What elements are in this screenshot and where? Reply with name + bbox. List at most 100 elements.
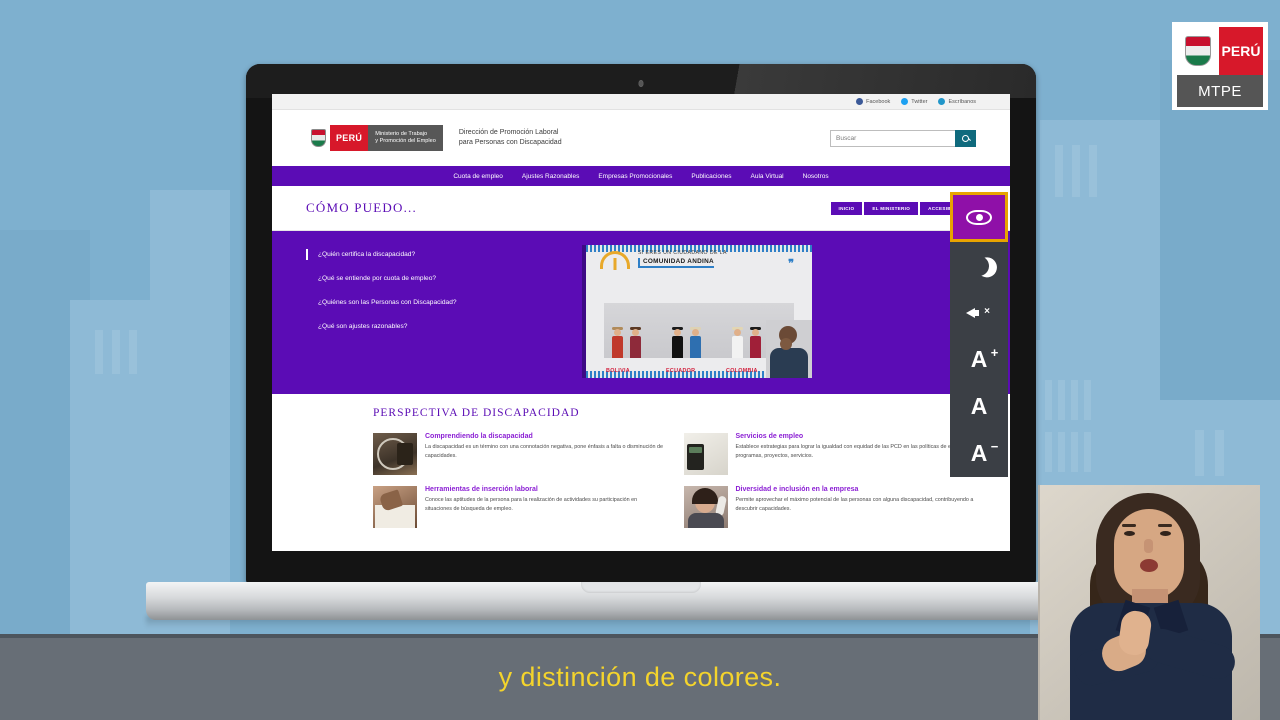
card-title[interactable]: Herramientas de inserción laboral	[425, 486, 666, 493]
figure-bolivia-woman	[630, 327, 641, 358]
accessibility-mute-button[interactable]: ×	[950, 289, 1008, 336]
wheelchair-photo	[373, 433, 417, 475]
accessibility-toolbar: × A + A A −	[950, 192, 1008, 477]
accessibility-night-mode-button[interactable]	[950, 242, 1008, 289]
question-item-3[interactable]: ¿Quiénes son las Personas con Discapacid…	[306, 299, 566, 306]
banner-interpreter-overlay	[766, 320, 812, 378]
ministry-line-1: Ministerio de Trabajo	[375, 131, 428, 138]
country-label-ecuador: ECUADOR	[666, 368, 696, 374]
woman-on-phone-photo	[683, 486, 728, 528]
direction-line-2: para Personas con Discapacidad	[458, 139, 562, 146]
card-title[interactable]: Servicios de empleo	[736, 433, 977, 440]
figure-colombia-man	[732, 327, 743, 358]
direction-line-1: Dirección de Promoción Laboral	[458, 128, 559, 136]
search-icon	[962, 134, 969, 142]
laptop-base-notch	[581, 582, 701, 593]
hero-section: ¿Quién certifica la discapacidad? ¿Qué s…	[272, 231, 1010, 394]
text-decrease-icon: A −	[970, 439, 999, 466]
peru-label: PERÚ	[330, 125, 369, 151]
sign-language-interpreter-video	[1038, 485, 1260, 720]
hero-banner-image[interactable]: SI ERES UN CIUDADANO DE LA COMUNIDAD AND…	[582, 245, 812, 378]
interpreter-face	[1114, 509, 1184, 599]
figure-colombia-woman	[750, 327, 761, 358]
site-topbar: Facebook Twitter Escríbanos	[272, 94, 1010, 110]
card-diversidad-e-inclusion-en-la-empresa[interactable]: Diversidad e inclusión en la empresa Per…	[683, 486, 977, 528]
nav-item-nosotros[interactable]: Nosotros	[803, 173, 829, 180]
eye-icon	[966, 209, 992, 225]
nav-item-cuota-de-empleo[interactable]: Cuota de empleo	[453, 173, 503, 180]
question-item-2[interactable]: ¿Qué se entiende por cuota de empleo?	[306, 275, 566, 282]
mtpe-label: MTPE	[1177, 75, 1263, 107]
social-label: Escríbanos	[948, 98, 976, 105]
peru-coat-of-arms-icon	[306, 125, 330, 151]
card-text: La discapacidad es un término con una co…	[425, 444, 663, 459]
nav-item-ajustes-razonables[interactable]: Ajustes Razonables	[522, 173, 579, 180]
figure-bolivia-man	[612, 327, 623, 358]
card-grid: Comprendiendo la discapacidad La discapa…	[306, 433, 976, 528]
card-text: Conoce las aptitudes de la persona para …	[425, 497, 638, 512]
text-increase-icon: A +	[970, 345, 999, 372]
card-text: Establece estrategias para lograr la igu…	[735, 444, 968, 459]
question-item-4[interactable]: ¿Qué son ajustes razonables?	[306, 323, 566, 330]
social-link-twitter[interactable]: Twitter	[901, 98, 927, 105]
writing-hand-photo	[373, 486, 417, 528]
section-heading: PERSPECTIVA DE DISCAPACIDAD	[373, 407, 580, 419]
breadcrumb-inicio[interactable]: INICIO	[830, 201, 863, 215]
main-navigation: Cuota de empleo Ajustes Razonables Empre…	[272, 166, 1010, 186]
peru-coat-of-arms-icon	[1177, 27, 1219, 75]
search-form: Buscar	[830, 129, 976, 147]
website-screen: Facebook Twitter Escríbanos PERÚ Ministe…	[272, 94, 1010, 551]
nav-item-empresas-promocionales[interactable]: Empresas Promocionales	[598, 173, 672, 180]
banner-line-1: SI ERES UN CIUDADANO DE LA	[638, 250, 727, 256]
government-logo[interactable]: PERÚ Ministerio de Trabajo y Promoción d…	[306, 125, 443, 151]
banner-line-2: COMUNIDAD ANDINA	[638, 258, 714, 268]
peru-label: PERÚ	[1219, 27, 1263, 75]
ministry-line-2: y Promoción del Empleo	[375, 138, 436, 144]
accessibility-decrease-text-button[interactable]: A −	[950, 430, 1008, 477]
question-list: ¿Quién certifica la discapacidad? ¿Qué s…	[306, 245, 566, 378]
moon-icon	[966, 253, 992, 279]
breadcrumb-el-ministerio[interactable]: EL MINISTERIO	[864, 201, 919, 215]
search-input[interactable]: Buscar	[830, 129, 955, 147]
card-comprendiendo-la-discapacidad[interactable]: Comprendiendo la discapacidad La discapa…	[373, 433, 666, 475]
nav-item-publicaciones[interactable]: Publicaciones	[691, 173, 731, 180]
social-link-facebook[interactable]: Facebook	[856, 98, 890, 105]
page-title: CÓMO PUEDO...	[306, 200, 417, 215]
search-button[interactable]	[955, 129, 976, 147]
email-icon	[938, 98, 946, 105]
twitter-icon	[901, 98, 909, 105]
card-title[interactable]: Diversidad e inclusión en la empresa	[736, 486, 977, 493]
page-header: CÓMO PUEDO... INICIO EL MINISTERIO ACCES…	[272, 186, 1010, 231]
social-link-escribanos[interactable]: Escríbanos	[938, 98, 976, 105]
mtpe-brand-logo: PERÚ MTPE	[1172, 22, 1268, 110]
quote-mark-icon: ❞	[788, 258, 794, 270]
social-label: Twitter	[911, 98, 928, 105]
speaker-mute-icon: ×	[966, 304, 992, 322]
question-item-1[interactable]: ¿Quién certifica la discapacidad?	[306, 249, 566, 260]
country-label-colombia: COLOMBIA	[726, 368, 758, 374]
card-title[interactable]: Comprendiendo la discapacidad	[425, 433, 666, 440]
accessibility-contrast-button[interactable]	[950, 192, 1008, 242]
video-frame: Facebook Twitter Escríbanos PERÚ Ministe…	[0, 0, 1280, 720]
card-text: Permite aprovechar el máximo potencial d…	[735, 497, 974, 512]
text-reset-icon: A	[970, 393, 988, 419]
facebook-icon	[856, 98, 864, 105]
accessibility-reset-text-button[interactable]: A	[950, 383, 1008, 430]
accessibility-increase-text-button[interactable]: A +	[950, 336, 1008, 383]
webcam-icon	[638, 80, 644, 87]
laptop-base	[146, 582, 1136, 620]
calculator-photo	[683, 433, 728, 475]
ministry-block: Ministerio de Trabajo y Promoción del Em…	[368, 125, 443, 151]
figure-ecuador-man	[672, 327, 683, 358]
card-herramientas-de-insercion-laboral[interactable]: Herramientas de inserción laboral Conoce…	[373, 486, 666, 528]
country-label-bolivia: BOLIVIA	[606, 368, 630, 374]
figure-ecuador-woman	[690, 327, 701, 358]
social-label: Facebook	[866, 98, 891, 105]
direction-title: Dirección de Promoción Laboral para Pers…	[459, 128, 562, 148]
perspective-section: PERSPECTIVA DE DISCAPACIDAD Comprendiend…	[272, 394, 1010, 528]
subtitle-text: y distinción de colores.	[498, 661, 782, 692]
nav-item-aula-virtual[interactable]: Aula Virtual	[751, 173, 784, 180]
laptop-mockup: Facebook Twitter Escríbanos PERÚ Ministe…	[146, 64, 1136, 628]
card-servicios-de-empleo[interactable]: Servicios de empleo Establece estrategia…	[683, 433, 977, 475]
site-masthead: PERÚ Ministerio de Trabajo y Promoción d…	[272, 110, 1010, 166]
